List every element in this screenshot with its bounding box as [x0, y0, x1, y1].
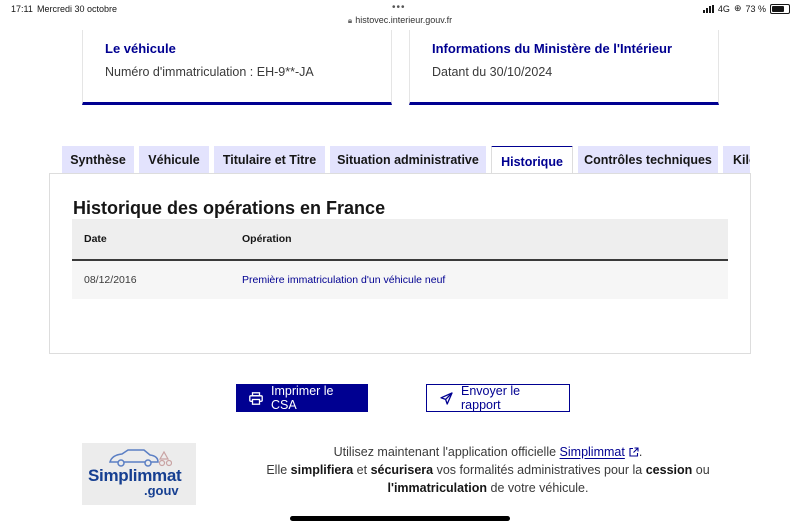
promo-emphasis: cession: [645, 463, 693, 477]
promo-text: Elle: [266, 463, 291, 477]
promo-text: ou: [692, 463, 710, 477]
row-operation: Première immatriculation d'un véhicule n…: [242, 274, 446, 286]
print-csa-button[interactable]: Imprimer le CSA: [236, 384, 368, 412]
promo-emphasis: sécurisera: [370, 463, 434, 477]
battery-icon: [770, 3, 790, 14]
data-date: Datant du 30/10/2024: [432, 65, 553, 79]
more-dots-icon[interactable]: •••: [392, 2, 406, 13]
promo-text: de votre véhicule.: [487, 481, 589, 495]
address-bar[interactable]: 🔒︎ histovec.interieur.gouv.fr: [0, 15, 800, 26]
status-bar: 17:11 Mercredi 30 octobre ••• 🔒︎ histovec…: [0, 0, 800, 30]
vehicle-card-title: Le véhicule: [105, 41, 176, 56]
tab-synthese[interactable]: Synthèse: [62, 146, 134, 173]
promo-text: Utilisez maintenant l'application offici…: [333, 445, 560, 459]
vehicle-card: Le véhicule Numéro d'immatriculation : E…: [82, 30, 392, 105]
promo-text-end: .: [638, 445, 643, 459]
signal-icon: [702, 4, 714, 13]
battery-percent: 73 %: [745, 3, 766, 14]
column-operation: Opération: [242, 233, 292, 245]
history-title: Historique des opérations en France: [73, 198, 386, 218]
logo-suffix: .gouv: [144, 483, 179, 498]
send-report-button[interactable]: Envoyer le rapport: [426, 384, 570, 412]
promo-line-2: Elle simplifiera et sécurisera vos forma…: [258, 461, 718, 479]
history-panel: Historique des opérations en France Date…: [49, 173, 751, 354]
send-icon: [440, 391, 453, 405]
home-indicator[interactable]: [290, 516, 510, 521]
promo-text: et: [353, 463, 371, 477]
history-table: Date Opération 08/12/2016 Première immat…: [72, 219, 728, 299]
ministry-card-title: Informations du Ministère de l'Intérieur: [432, 41, 673, 56]
orientation-lock-icon: ⊕: [733, 3, 742, 13]
send-report-label: Envoyer le rapport: [461, 384, 521, 412]
promo-emphasis: simplifiera: [290, 463, 354, 477]
table-header: Date Opération: [72, 219, 728, 261]
url-text: histovec.interieur.gouv.fr: [355, 15, 453, 25]
plate-number: Numéro d'immatriculation : EH-9**-JA: [105, 65, 314, 79]
printer-icon: [249, 391, 263, 405]
tab-situation[interactable]: Situation administrative: [330, 146, 486, 173]
status-date: Mercredi 30 octobre: [37, 4, 118, 14]
car-icon: [109, 449, 172, 467]
tab-titulaire[interactable]: Titulaire et Titre: [214, 146, 325, 173]
simplimmat-logo[interactable]: Simplimmat .gouv: [82, 443, 196, 505]
ministry-card: Informations du Ministère de l'Intérieur…: [409, 30, 719, 105]
column-date: Date: [84, 233, 107, 245]
promo-emphasis: l'immatriculation: [387, 481, 488, 495]
promo-line-3: l'immatriculation de votre véhicule.: [258, 479, 718, 497]
promo-line-1: Utilisez maintenant l'application offici…: [258, 443, 718, 461]
lock-icon: 🔒︎: [347, 16, 353, 25]
simplimmat-promo: Utilisez maintenant l'application offici…: [258, 443, 718, 497]
network-label: 4G: [717, 3, 730, 14]
simplimmat-link-label: Simplimmat: [559, 445, 625, 459]
promo-text: vos formalités administratives pour la: [433, 463, 646, 477]
simplimmat-link[interactable]: Simplimmat: [560, 445, 639, 459]
tab-historique[interactable]: Historique: [491, 146, 573, 173]
table-row: 08/12/2016 Première immatriculation d'un…: [72, 261, 728, 299]
tab-controles[interactable]: Contrôles techniques: [578, 146, 718, 173]
status-time: 17:11: [11, 4, 33, 14]
print-csa-label: Imprimer le CSA: [271, 384, 334, 412]
tab-kilometrage[interactable]: Kilométrage: [723, 146, 750, 173]
report-tabs: Synthèse Véhicule Titulaire et Titre Sit…: [62, 146, 750, 173]
row-date: 08/12/2016: [84, 274, 137, 286]
external-link-icon: [629, 447, 639, 457]
tab-vehicule[interactable]: Véhicule: [139, 146, 209, 173]
